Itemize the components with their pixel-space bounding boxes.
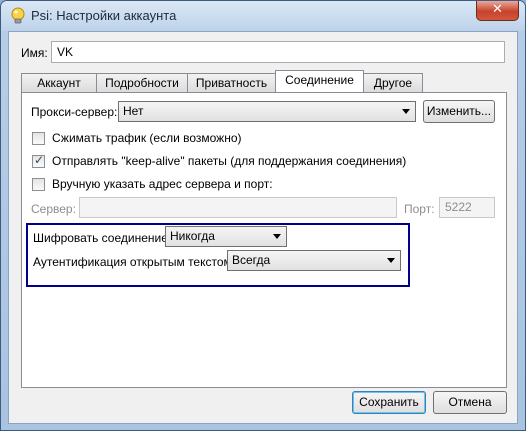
name-label: Имя:: [21, 46, 48, 60]
cancel-button[interactable]: Отмена: [433, 391, 507, 414]
server-label: Сервер:: [31, 202, 76, 216]
compress-checkbox[interactable]: [32, 132, 45, 145]
port-input[interactable]: 5222: [439, 197, 495, 218]
encrypt-select-value: Никогда: [170, 229, 215, 243]
checkmark-icon: ✓: [34, 153, 45, 167]
connection-panel: Прокси-сервер: Нет Изменить... Сжимать т…: [21, 92, 507, 388]
window-title: Psi: Настройки аккаунта: [31, 8, 177, 23]
chevron-down-icon: [273, 234, 281, 239]
proxy-select[interactable]: Нет: [118, 101, 416, 122]
title-bar[interactable]: Psi: Настройки аккаунта ✕: [1, 1, 525, 31]
close-icon: ✕: [492, 2, 503, 17]
chevron-down-icon: [402, 109, 410, 114]
server-input[interactable]: [79, 197, 397, 218]
tab-connection[interactable]: Соединение: [275, 70, 364, 92]
manual-host-checkbox[interactable]: [32, 178, 45, 191]
proxy-select-value: Нет: [123, 104, 144, 118]
plaintext-auth-select[interactable]: Всегда: [227, 250, 401, 271]
proxy-edit-button[interactable]: Изменить...: [423, 100, 495, 123]
tab-privacy[interactable]: Приватность: [187, 73, 276, 92]
keepalive-label: Отправлять "keep-alive" пакеты (для подд…: [52, 154, 407, 168]
keepalive-checkbox[interactable]: ✓: [32, 153, 45, 168]
plaintext-auth-select-value: Всегда: [232, 253, 271, 267]
tab-other[interactable]: Другое: [363, 73, 423, 92]
close-button[interactable]: ✕: [476, 1, 519, 21]
port-label: Порт:: [404, 202, 435, 216]
encrypt-select[interactable]: Никогда: [165, 226, 287, 247]
chevron-down-icon: [387, 258, 395, 263]
compress-label: Сжимать трафик (если возможно): [52, 131, 242, 145]
plaintext-auth-label: Аутентификация открытым текстом:: [33, 255, 236, 269]
account-settings-window: Psi: Настройки аккаунта ✕ Имя: VK Аккаун…: [0, 0, 526, 431]
tab-details[interactable]: Подробности: [96, 73, 188, 92]
manual-host-label: Вручную указать адрес сервера и порт:: [52, 177, 273, 191]
dialog-body: Имя: VK Аккаунт Подробности Приватность …: [8, 31, 518, 424]
psi-lightbulb-icon: [11, 7, 25, 24]
save-button[interactable]: Сохранить: [352, 391, 426, 414]
proxy-label: Прокси-сервер:: [31, 105, 118, 119]
tab-account[interactable]: Аккаунт: [21, 73, 97, 92]
encrypt-label: Шифровать соединение:: [33, 231, 172, 245]
name-input[interactable]: VK: [51, 41, 505, 63]
